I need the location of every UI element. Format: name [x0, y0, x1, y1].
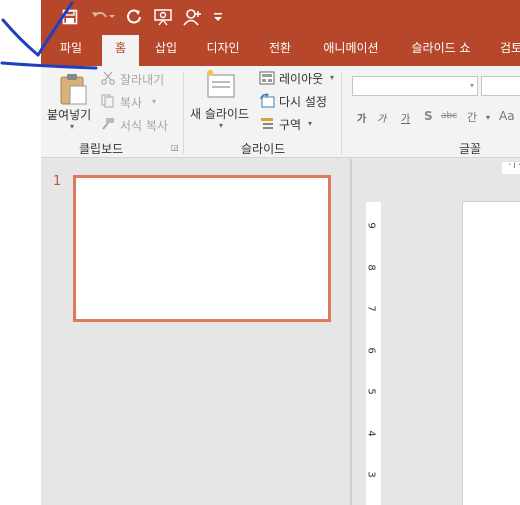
- underline-button[interactable]: 가: [401, 110, 410, 125]
- ruler-number: 6: [365, 347, 377, 354]
- clipboard-group-label: 클립보드: [79, 142, 124, 156]
- tab-insert[interactable]: 삽입: [146, 36, 186, 66]
- redo-icon[interactable]: [124, 6, 144, 28]
- section-dropdown-icon[interactable]: ▾: [308, 119, 312, 128]
- new-slide-dropdown-icon[interactable]: ▾: [219, 121, 223, 130]
- format-painter-button[interactable]: 서식 복사: [120, 117, 168, 134]
- slide-number: 1: [53, 174, 62, 189]
- ribbon: 붙여넣기 ▾ 잘라내기 복사 ▾ 서식 복사 클립보드 ◲ 새 슬라이드 ▾ 레…: [41, 66, 520, 158]
- char-spacing-button[interactable]: 간: [467, 109, 477, 125]
- paste-button[interactable]: 붙여넣기: [47, 106, 91, 123]
- format-painter-icon: [101, 117, 115, 134]
- ruler-number: 4: [365, 430, 377, 437]
- ruler-number: 8: [365, 264, 377, 271]
- font-size-select[interactable]: [481, 76, 520, 96]
- char-spacing-dropdown-icon[interactable]: ▾: [486, 113, 490, 122]
- new-slide-button[interactable]: 새 슬라이드: [190, 105, 249, 122]
- bold-button[interactable]: 가: [357, 110, 366, 125]
- italic-button[interactable]: 가: [377, 110, 386, 125]
- group-separator: [341, 72, 342, 154]
- save-icon[interactable]: [60, 6, 80, 28]
- change-case-button[interactable]: Aa: [499, 109, 515, 123]
- horizontal-ruler[interactable]: ·ı·· 16 ··: [502, 160, 520, 174]
- tab-file[interactable]: 파일: [51, 36, 91, 66]
- slide-canvas[interactable]: [462, 201, 520, 505]
- tab-home[interactable]: 홈: [102, 35, 139, 66]
- paste-dropdown-icon[interactable]: ▾: [70, 122, 74, 131]
- font-group-label: 글꼴: [459, 142, 482, 156]
- powerpoint-window: 파일 홈 삽입 디자인 전환 애니메이션 슬라이드 쇼 검토 붙여넣기 ▾ 잘라…: [41, 0, 520, 505]
- tab-slideshow[interactable]: 슬라이드 쇼: [401, 36, 481, 66]
- tab-review[interactable]: 검토: [491, 36, 520, 66]
- reset-button[interactable]: 다시 설정: [279, 93, 327, 110]
- left-margin: [0, 0, 41, 505]
- vertical-ruler[interactable]: 9 8 7 6 5 4 3: [366, 202, 381, 505]
- slide-thumbnail[interactable]: [73, 175, 331, 322]
- section-button[interactable]: 구역: [279, 116, 301, 133]
- layout-icon: [259, 71, 275, 88]
- tab-design[interactable]: 디자인: [198, 36, 248, 66]
- font-name-dropdown-icon[interactable]: ▾: [470, 81, 474, 90]
- ruler-number: 3: [365, 471, 377, 478]
- copy-icon: [101, 94, 115, 111]
- layout-button[interactable]: 레이아웃: [279, 70, 323, 87]
- tab-transitions[interactable]: 전환: [260, 36, 300, 66]
- slide-edit-pane: ·ı·· 16 ·· 9 8 7 6 5 4 3: [352, 159, 520, 505]
- ruler-number: 7: [365, 305, 377, 312]
- tab-animations[interactable]: 애니메이션: [311, 36, 391, 66]
- copy-button[interactable]: 복사: [120, 94, 142, 111]
- reset-icon: [259, 93, 275, 112]
- cut-button[interactable]: 잘라내기: [120, 71, 164, 88]
- slide-thumbnail-pane: 1: [41, 159, 350, 505]
- ruler-number: 5: [365, 388, 377, 395]
- shadow-button[interactable]: S: [424, 109, 433, 123]
- strikethrough-button[interactable]: abc: [441, 111, 457, 121]
- undo-icon[interactable]: [90, 6, 116, 28]
- paste-icon[interactable]: [57, 72, 89, 109]
- layout-dropdown-icon[interactable]: ▾: [330, 73, 334, 82]
- presenter-icon[interactable]: [152, 6, 174, 28]
- slides-group-label: 슬라이드: [241, 142, 286, 156]
- customize-icon[interactable]: [211, 6, 225, 28]
- cut-icon: [101, 71, 115, 88]
- clipboard-launcher-icon[interactable]: ◲: [171, 143, 179, 152]
- ruler-number: 9: [365, 222, 377, 229]
- new-slide-icon[interactable]: [204, 69, 238, 102]
- title-bar: 파일 홈 삽입 디자인 전환 애니메이션 슬라이드 쇼 검토: [41, 0, 520, 66]
- copy-dropdown-icon[interactable]: ▾: [152, 97, 156, 106]
- person-icon[interactable]: [182, 6, 204, 28]
- group-separator: [183, 72, 184, 154]
- section-icon: [259, 116, 275, 135]
- font-name-select[interactable]: ▾: [352, 76, 478, 96]
